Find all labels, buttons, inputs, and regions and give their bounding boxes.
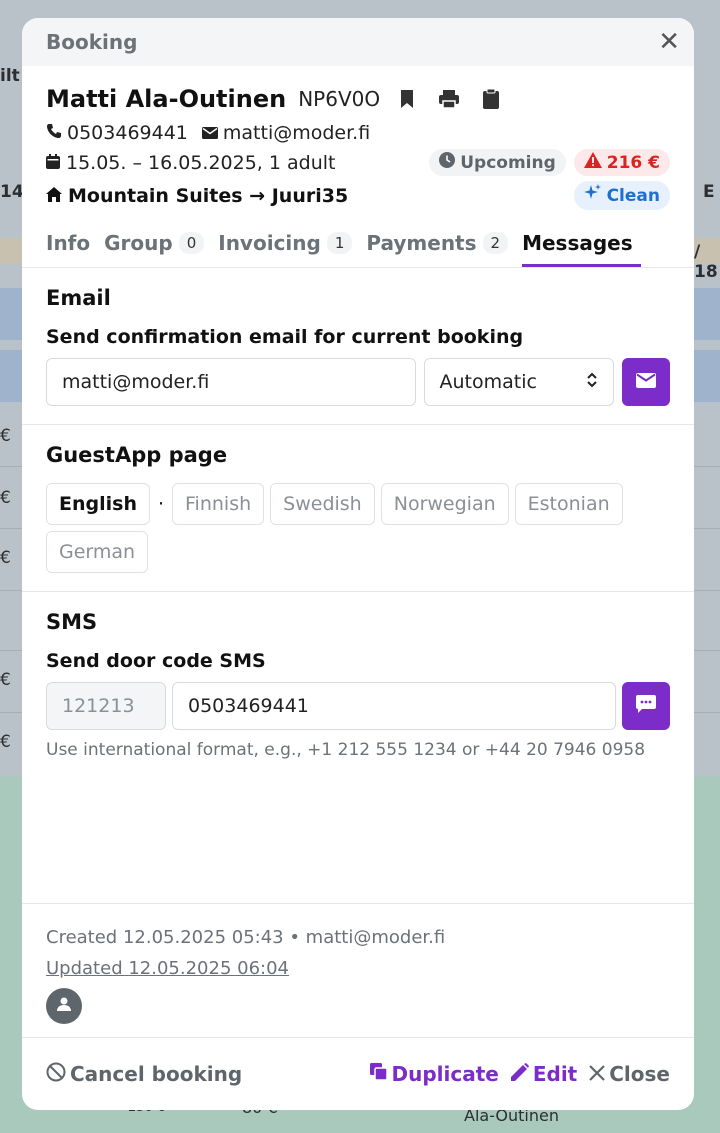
- guest-email: matti@moder.fi: [222, 122, 371, 144]
- guest-name: Matti Ala-Outinen: [46, 85, 287, 113]
- copy-icon: [369, 1062, 388, 1086]
- bg-euro: €: [0, 426, 11, 446]
- cleaning-badge[interactable]: Clean: [573, 181, 670, 210]
- modal-header: Booking ✕: [22, 18, 694, 66]
- separator: ·: [157, 493, 165, 515]
- warning-icon: [583, 152, 602, 173]
- updown-chevron-icon: [586, 370, 598, 395]
- section-title: Email: [46, 286, 111, 310]
- phone-format-hint: Use international format, e.g., +1 212 5…: [46, 740, 646, 760]
- section-subtitle: Send door code SMS: [46, 650, 266, 672]
- bookmark-icon[interactable]: [392, 84, 422, 114]
- bg-fragment: / 18: [694, 242, 718, 282]
- lang-estonian[interactable]: Estonian: [514, 483, 623, 525]
- balance-badge[interactable]: 216 €: [573, 149, 670, 176]
- booking-code: NP6V0O: [298, 87, 381, 111]
- lang-swedish[interactable]: Swedish: [270, 483, 375, 525]
- section-subtitle: Send confirmation email for current book…: [46, 326, 524, 348]
- sms-section: SMS Send door code SMS 121213 0503469441…: [22, 592, 694, 778]
- section-title: SMS: [46, 610, 98, 634]
- bg-euro: €: [0, 548, 11, 568]
- booking-route: Mountain Suites → Juuri35: [68, 184, 349, 207]
- mail-icon: [201, 122, 218, 144]
- phone-icon: [46, 122, 62, 144]
- edit-button[interactable]: Edit: [510, 1062, 577, 1086]
- confirmation-email-input[interactable]: matti@moder.fi: [46, 358, 416, 406]
- tab-info[interactable]: Info: [46, 231, 98, 267]
- modal-title: Booking: [46, 30, 138, 54]
- tab-count: 2: [482, 232, 509, 254]
- cancel-booking-button[interactable]: Cancel booking: [46, 1062, 242, 1087]
- user-icon: [56, 996, 72, 1017]
- sms-phone-input[interactable]: 0503469441: [172, 682, 616, 730]
- duplicate-button[interactable]: Duplicate: [369, 1062, 499, 1086]
- tab-group[interactable]: Group 0: [104, 231, 212, 267]
- tab-count: 0: [178, 232, 205, 254]
- lang-norwegian[interactable]: Norwegian: [380, 483, 509, 525]
- status-badge: Upcoming: [429, 149, 566, 176]
- bg-fragment: ilt: [0, 66, 20, 86]
- avatar[interactable]: [46, 988, 82, 1024]
- lang-german[interactable]: German: [46, 531, 149, 573]
- tab-invoicing[interactable]: Invoicing 1: [218, 231, 360, 267]
- lang-finnish[interactable]: Finnish: [172, 483, 265, 525]
- door-code-field: 121213: [46, 682, 166, 730]
- send-email-button[interactable]: [622, 358, 670, 406]
- email-section: Email Send confirmation email for curren…: [22, 268, 694, 425]
- booking-modal: Booking ✕ Matti Ala-Outinen NP6V0O 05034…: [22, 18, 694, 1110]
- created-info: Created 12.05.2025 05:43 • matti@moder.f…: [46, 927, 446, 948]
- ban-icon: [46, 1062, 66, 1087]
- section-title: GuestApp page: [46, 443, 228, 467]
- message-icon: [636, 695, 656, 717]
- print-icon[interactable]: [434, 84, 464, 114]
- bg-euro: €: [0, 732, 11, 752]
- tab-count: 1: [326, 232, 353, 254]
- bg-fragment: E: [703, 182, 715, 202]
- updated-info[interactable]: Updated 12.05.2025 06:04: [46, 953, 670, 984]
- close-icon: [589, 1062, 606, 1086]
- bg-euro: €: [0, 488, 11, 508]
- booking-tabs: Info Group 0 Invoicing 1 Payments 2 Mess…: [22, 220, 694, 268]
- bg-euro: €: [0, 670, 11, 690]
- close-icon[interactable]: ✕: [658, 29, 680, 55]
- clock-icon: [439, 152, 456, 173]
- mail-icon: [636, 372, 657, 392]
- tab-payments[interactable]: Payments 2: [366, 231, 516, 267]
- sparkle-icon: [583, 184, 602, 207]
- booking-meta: Created 12.05.2025 05:43 • matti@moder.f…: [22, 903, 694, 1042]
- email-mode-select[interactable]: Automatic: [423, 358, 615, 406]
- calendar-icon: [46, 152, 60, 174]
- phone-contact[interactable]: 0503469441: [46, 122, 188, 144]
- home-icon: [46, 185, 62, 207]
- send-sms-button[interactable]: [622, 682, 670, 730]
- lang-english[interactable]: English: [46, 483, 150, 525]
- clipboard-icon[interactable]: [476, 84, 506, 114]
- tab-messages[interactable]: Messages: [522, 231, 641, 267]
- pencil-icon: [510, 1062, 529, 1086]
- guest-summary: Matti Ala-Outinen NP6V0O 0503469441 matt…: [22, 66, 694, 212]
- booking-dates: 15.05. – 16.05.2025, 1 adult: [66, 151, 336, 174]
- close-button[interactable]: Close: [589, 1062, 670, 1086]
- guest-phone: 0503469441: [67, 122, 188, 144]
- guestapp-section: GuestApp page English · Finnish Swedish …: [22, 425, 694, 592]
- email-contact[interactable]: matti@moder.fi: [201, 122, 371, 144]
- modal-footer: Cancel booking Duplicate Edit Close: [22, 1037, 694, 1110]
